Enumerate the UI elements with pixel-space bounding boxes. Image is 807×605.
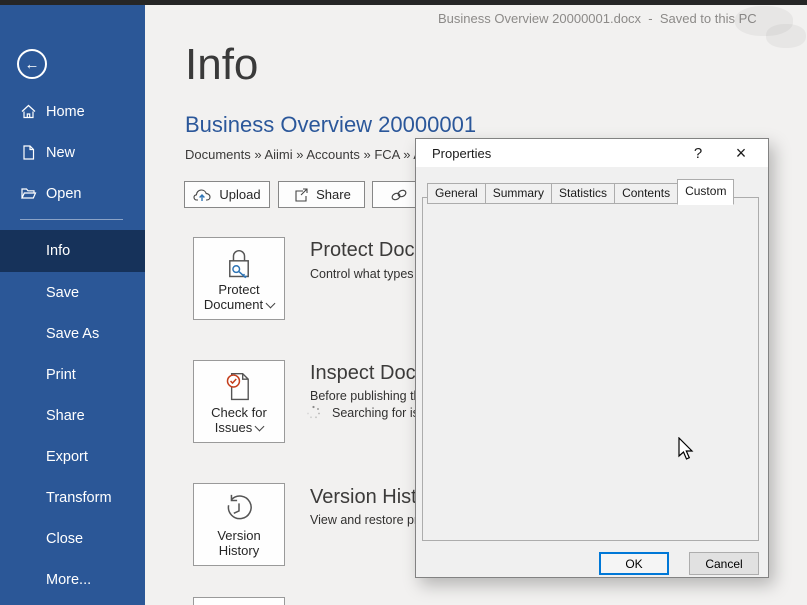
word-backstage-window: Business Overview 20000001.docx - Saved … bbox=[0, 0, 807, 605]
spinner-icon bbox=[306, 405, 321, 420]
watermark-shape bbox=[766, 24, 806, 48]
dialog-tab-strip: General Summary Statistics Contents Cust… bbox=[427, 179, 734, 204]
tab-summary[interactable]: Summary bbox=[485, 183, 551, 204]
upload-button-label: Upload bbox=[219, 187, 260, 202]
share-icon bbox=[292, 187, 309, 203]
tab-contents[interactable]: Contents bbox=[614, 183, 677, 204]
sidebar-item-open[interactable]: Open bbox=[0, 173, 145, 214]
document-title: Business Overview 20000001 bbox=[185, 112, 476, 138]
sidebar-item-label: More... bbox=[46, 572, 91, 588]
new-document-icon bbox=[20, 144, 37, 161]
share-button[interactable]: Share bbox=[278, 181, 365, 208]
version-history-icon bbox=[222, 493, 256, 527]
button-label-text: Protect Document bbox=[204, 282, 263, 312]
sidebar-item-label: Export bbox=[46, 449, 88, 465]
share-button-label: Share bbox=[316, 187, 351, 202]
dialog-help-button[interactable]: ? bbox=[685, 142, 711, 164]
custom-tab-panel bbox=[422, 197, 759, 541]
sidebar-item-save[interactable]: Save bbox=[0, 272, 145, 313]
sidebar-item-label: Info bbox=[46, 243, 70, 259]
sidebar-item-label: Open bbox=[46, 186, 81, 202]
sidebar-item-print[interactable]: Print bbox=[0, 354, 145, 395]
backstage-sidebar: ← Home New Open Info Save S bbox=[0, 5, 145, 605]
tab-statistics[interactable]: Statistics bbox=[551, 183, 614, 204]
version-history-button[interactable]: Version History bbox=[193, 483, 285, 566]
tab-general[interactable]: General bbox=[427, 183, 485, 204]
mouse-cursor bbox=[678, 437, 695, 461]
sidebar-item-info[interactable]: Info bbox=[0, 230, 145, 272]
upload-button[interactable]: Upload bbox=[184, 181, 270, 208]
page-title: Info bbox=[185, 40, 258, 90]
sidebar-item-export[interactable]: Export bbox=[0, 436, 145, 477]
ok-button[interactable]: OK bbox=[599, 552, 669, 575]
sidebar-item-label: Transform bbox=[46, 490, 112, 506]
window-title: Business Overview 20000001.docx - Saved … bbox=[438, 11, 757, 26]
sidebar-item-label: Save As bbox=[46, 326, 99, 342]
properties-dialog: Properties ? × General Summary Statistic… bbox=[415, 138, 769, 578]
home-icon bbox=[20, 103, 37, 120]
check-for-issues-button[interactable]: Check for Issues bbox=[193, 360, 285, 443]
sidebar-item-share[interactable]: Share bbox=[0, 395, 145, 436]
sidebar-item-label: Print bbox=[46, 367, 76, 383]
dialog-close-button[interactable]: × bbox=[728, 142, 754, 164]
link-icon bbox=[390, 188, 408, 202]
breadcrumb: Documents » Aiimi » Accounts » FCA » Al bbox=[185, 147, 425, 162]
sidebar-item-label: Share bbox=[46, 408, 85, 424]
check-for-issues-button-label: Check for Issues bbox=[196, 405, 282, 435]
cancel-button[interactable]: Cancel bbox=[689, 552, 759, 575]
sidebar-divider bbox=[20, 219, 123, 220]
partial-section-button[interactable] bbox=[193, 597, 285, 605]
upload-cloud-icon bbox=[193, 188, 212, 202]
sidebar-item-label: Close bbox=[46, 531, 83, 547]
lock-key-icon bbox=[222, 247, 256, 282]
dialog-titlebar[interactable]: Properties bbox=[416, 139, 768, 167]
chevron-down-icon bbox=[255, 422, 265, 432]
sidebar-item-label: Home bbox=[46, 104, 85, 120]
sidebar-item-new[interactable]: New bbox=[0, 132, 145, 173]
version-history-button-label: Version History bbox=[196, 528, 282, 558]
sidebar-item-close[interactable]: Close bbox=[0, 518, 145, 559]
sidebar-item-save-as[interactable]: Save As bbox=[0, 313, 145, 354]
sidebar-item-label: New bbox=[46, 145, 75, 161]
protect-document-button[interactable]: Protect Document bbox=[193, 237, 285, 320]
protect-document-button-label: Protect Document bbox=[196, 282, 282, 312]
inspect-document-icon bbox=[222, 370, 256, 405]
dialog-title: Properties bbox=[432, 146, 491, 161]
tab-custom[interactable]: Custom bbox=[677, 179, 734, 205]
back-button[interactable]: ← bbox=[17, 49, 47, 79]
sidebar-item-label: Save bbox=[46, 285, 79, 301]
back-arrow-icon: ← bbox=[25, 57, 40, 72]
sidebar-item-more[interactable]: More... bbox=[0, 559, 145, 600]
sidebar-item-transform[interactable]: Transform bbox=[0, 477, 145, 518]
open-folder-icon bbox=[20, 185, 37, 202]
sidebar-item-home[interactable]: Home bbox=[0, 91, 145, 132]
chevron-down-icon bbox=[266, 299, 276, 309]
